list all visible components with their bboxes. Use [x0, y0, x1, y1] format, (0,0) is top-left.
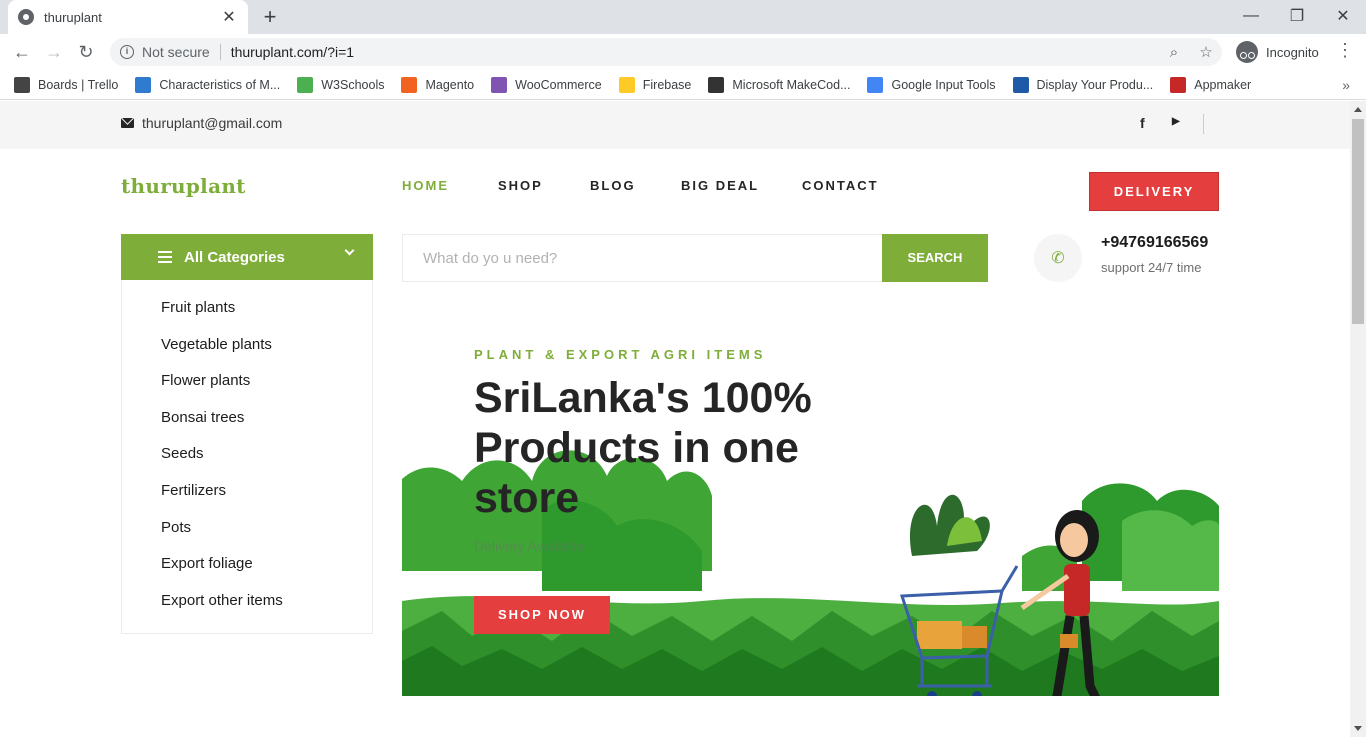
categories-list: Fruit plants Vegetable plants Flower pla…	[121, 280, 373, 634]
minimize-window-button[interactable]: —	[1228, 0, 1274, 32]
incognito-icon	[1236, 41, 1258, 63]
category-item[interactable]: Fruit plants	[122, 298, 372, 335]
bookmark-label: Microsoft MakeCod...	[732, 77, 851, 92]
hero-text: Delivery Available	[474, 538, 585, 554]
phone-number[interactable]: +94769166569	[1101, 234, 1208, 252]
incognito-indicator[interactable]: Incognito	[1234, 39, 1325, 65]
browser-toolbar: ← → ↻ i Not secure thuruplant.com/?i=1 ⌕…	[0, 34, 1366, 70]
address-bar[interactable]: i Not secure thuruplant.com/?i=1 ⌕ ☆	[110, 38, 1222, 66]
bookmark-makecode[interactable]: Microsoft MakeCod...	[708, 76, 851, 93]
nav-shop[interactable]: SHOP	[498, 178, 543, 193]
browser-tabbar: thuruplant ✕ + — ❐ ✕	[0, 0, 1366, 34]
youtube-icon[interactable]: ▶	[1172, 116, 1184, 130]
bookmark-label: Google Input Tools	[891, 77, 996, 92]
tab-title: thuruplant	[44, 9, 102, 25]
new-tab-button[interactable]: +	[258, 4, 282, 30]
categories-title: All Categories	[184, 248, 285, 266]
bookmark-magento[interactable]: Magento	[401, 76, 475, 93]
bookmark-label: Boards | Trello	[38, 77, 119, 92]
nav-contact[interactable]: CONTACT	[802, 178, 879, 193]
support-text: support 24/7 time	[1101, 260, 1202, 275]
reload-button[interactable]: ↻	[74, 40, 98, 64]
bookmark-trello[interactable]: Boards | Trello	[14, 76, 119, 93]
bookmark-w3schools[interactable]: W3Schools	[297, 76, 385, 93]
category-item[interactable]: Seeds	[122, 444, 372, 481]
restore-window-button[interactable]: ❐	[1274, 0, 1320, 32]
scroll-up-arrow-icon[interactable]	[1354, 107, 1362, 112]
category-item[interactable]: Fertilizers	[122, 481, 372, 518]
search-input[interactable]	[403, 235, 881, 281]
woocommerce-icon	[491, 76, 508, 93]
bookmark-display-products[interactable]: Display Your Produ...	[1012, 76, 1154, 93]
top-info-bar: thuruplant@gmail.com f ▶	[0, 101, 1350, 149]
bookmark-star-icon[interactable]: ☆	[1190, 43, 1222, 61]
google-icon	[867, 76, 884, 93]
bookmark-woocommerce[interactable]: WooCommerce	[491, 76, 602, 93]
nav-big-deal[interactable]: BIG DEAL	[681, 178, 759, 193]
bookmark-label: Appmaker	[1194, 77, 1252, 92]
category-item[interactable]: Export other items	[122, 591, 372, 628]
hero-banner: PLANT & EXPORT AGRI ITEMS SriLanka's 100…	[402, 311, 1219, 696]
browser-tab[interactable]: thuruplant ✕	[8, 0, 248, 34]
firebase-icon	[618, 76, 635, 93]
url-text[interactable]: thuruplant.com/?i=1	[231, 44, 1158, 60]
envelope-icon	[121, 118, 134, 128]
info-site-icon	[135, 76, 152, 93]
bookmarks-bar: Boards | Trello Characteristics of M... …	[0, 70, 1366, 100]
bookmark-appmaker[interactable]: Appmaker	[1170, 76, 1252, 93]
web-page: thuruplant@gmail.com f ▶ thuruplant HOME…	[0, 101, 1350, 737]
zoom-icon[interactable]: ⌕	[1158, 44, 1190, 61]
close-tab-icon[interactable]: ✕	[220, 7, 238, 27]
page-scrollbar[interactable]	[1350, 101, 1366, 737]
contact-email[interactable]: thuruplant@gmail.com	[142, 115, 282, 131]
menu-icon	[158, 251, 172, 263]
bookmark-characteristics[interactable]: Characteristics of M...	[135, 76, 281, 93]
close-window-button[interactable]: ✕	[1320, 0, 1366, 32]
topbar-divider	[1203, 114, 1204, 134]
trello-icon	[14, 76, 30, 93]
bookmark-label: W3Schools	[321, 77, 385, 92]
delivery-button[interactable]: DELIVERY	[1089, 172, 1219, 211]
category-item[interactable]: Flower plants	[122, 371, 372, 408]
category-item[interactable]: Vegetable plants	[122, 335, 372, 372]
hero-subtitle: PLANT & EXPORT AGRI ITEMS	[474, 347, 767, 362]
categories-dropdown-toggle[interactable]: All Categories	[121, 234, 373, 280]
back-button[interactable]: ←	[10, 40, 34, 64]
bookmark-label: WooCommerce	[515, 77, 602, 92]
hero-title: SriLanka's 100% Products in one store	[474, 374, 812, 522]
magento-icon	[401, 76, 418, 93]
nav-home[interactable]: HOME	[402, 178, 449, 193]
nav-blog[interactable]: BLOG	[590, 178, 636, 193]
scroll-down-arrow-icon[interactable]	[1354, 726, 1362, 731]
bookmark-google-input-tools[interactable]: Google Input Tools	[867, 76, 996, 93]
bookmark-firebase[interactable]: Firebase	[618, 76, 692, 93]
appmaker-icon	[1170, 76, 1187, 93]
incognito-label: Incognito	[1266, 44, 1319, 60]
display-site-icon	[1012, 76, 1029, 93]
makecode-icon	[708, 76, 725, 93]
w3schools-icon	[297, 76, 314, 93]
security-status: Not secure	[142, 44, 210, 60]
site-logo[interactable]: thuruplant	[121, 174, 246, 198]
info-icon[interactable]: i	[120, 45, 134, 59]
bookmark-label: Display Your Produ...	[1036, 77, 1154, 92]
forward-button[interactable]: →	[42, 40, 66, 64]
category-item[interactable]: Bonsai trees	[122, 408, 372, 445]
chevron-down-icon	[344, 245, 355, 256]
phone-icon: ✆	[1034, 234, 1082, 282]
category-item[interactable]: Export foliage	[122, 554, 372, 591]
browser-menu-icon[interactable]: ⋮	[1336, 40, 1354, 61]
facebook-icon[interactable]: f	[1140, 115, 1145, 131]
bookmark-label: Characteristics of M...	[159, 77, 281, 92]
search-button[interactable]: SEARCH	[882, 234, 988, 282]
search-form: SEARCH	[402, 234, 988, 282]
shop-now-button[interactable]: SHOP NOW	[474, 596, 610, 634]
omnibox-divider	[219, 44, 221, 60]
bookmark-label: Firebase	[642, 77, 692, 92]
more-bookmarks-icon[interactable]: »	[1342, 77, 1350, 93]
scroll-thumb[interactable]	[1352, 119, 1364, 324]
bookmark-label: Magento	[425, 77, 475, 92]
category-item[interactable]: Pots	[122, 518, 372, 555]
globe-icon	[18, 9, 34, 25]
